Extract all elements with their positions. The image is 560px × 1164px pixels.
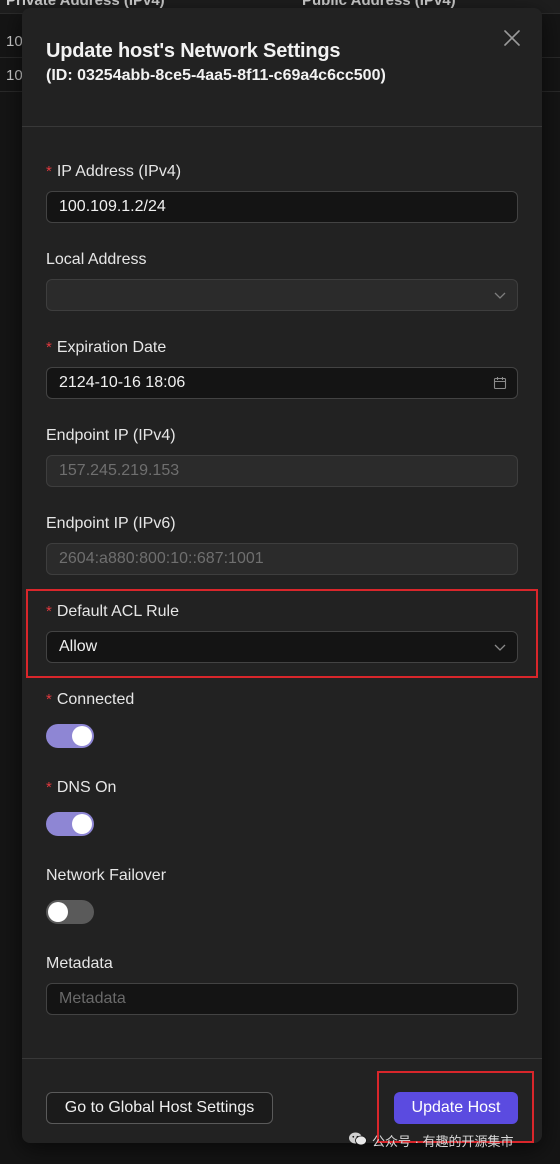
update-host-button[interactable]: Update Host: [394, 1092, 518, 1124]
chevron-down-icon: [493, 288, 507, 302]
dns-on-label: * DNS On: [46, 779, 117, 796]
network-failover-label: Network Failover: [46, 867, 167, 884]
dns-on-toggle[interactable]: [46, 812, 94, 836]
footer-divider: [22, 1058, 542, 1059]
metadata-placeholder: Metadata: [59, 990, 126, 1007]
metadata-label: Metadata: [46, 955, 113, 972]
network-failover-toggle[interactable]: [46, 900, 94, 924]
table-cell: 10: [6, 67, 23, 84]
connected-label: * Connected: [46, 691, 135, 708]
connected-toggle[interactable]: [46, 724, 94, 748]
wechat-icon: [348, 1131, 368, 1150]
calendar-icon[interactable]: [493, 376, 507, 390]
required-marker: *: [46, 339, 52, 356]
toggle-knob: [72, 726, 92, 746]
expiration-date-value: 2124-10-16 18:06: [59, 374, 186, 391]
default-acl-rule-value: Allow: [59, 638, 98, 655]
ip-address-input[interactable]: 100.109.1.2/24: [46, 191, 518, 223]
global-host-settings-button[interactable]: Go to Global Host Settings: [46, 1092, 273, 1124]
local-address-select[interactable]: [46, 279, 518, 311]
chevron-down-icon: [493, 640, 507, 654]
default-acl-rule-select[interactable]: Allow: [46, 631, 518, 663]
watermark-text: 公众号 · 有趣的开源集市: [372, 1134, 514, 1149]
endpoint-ipv6-label: Endpoint IP (IPv6): [46, 515, 176, 532]
ip-address-value: 100.109.1.2/24: [59, 198, 166, 215]
required-marker: *: [46, 691, 52, 708]
required-marker: *: [46, 603, 52, 620]
ip-address-label: * IP Address (IPv4): [46, 163, 182, 180]
required-marker: *: [46, 779, 52, 796]
metadata-input[interactable]: Metadata: [46, 983, 518, 1015]
update-host-network-modal: Update host's Network Settings (ID: 0325…: [22, 8, 542, 1143]
header-divider: [22, 126, 542, 127]
expiration-date-label: * Expiration Date: [46, 339, 167, 356]
watermark: 公众号 · 有趣的开源集市: [348, 1131, 514, 1150]
close-icon: [500, 30, 524, 54]
endpoint-ipv6-input[interactable]: 2604:a880:800:10::687:1001: [46, 543, 518, 575]
local-address-label: Local Address: [46, 251, 147, 268]
table-cell: 10: [6, 33, 23, 50]
toggle-knob: [48, 902, 68, 922]
default-acl-rule-label: * Default ACL Rule: [46, 603, 179, 620]
toggle-knob: [72, 814, 92, 834]
expiration-date-picker[interactable]: 2124-10-16 18:06: [46, 367, 518, 399]
endpoint-ipv6-value: 2604:a880:800:10::687:1001: [59, 550, 264, 567]
endpoint-ipv4-input[interactable]: 157.245.219.153: [46, 455, 518, 487]
host-id-subtitle: (ID: 03254abb-8ce5-4aa5-8f11-c69a4c6cc50…: [46, 67, 386, 84]
modal-title: Update host's Network Settings: [46, 40, 341, 62]
required-marker: *: [46, 163, 52, 180]
close-button[interactable]: [500, 26, 524, 50]
endpoint-ipv4-value: 157.245.219.153: [59, 462, 180, 479]
endpoint-ipv4-label: Endpoint IP (IPv4): [46, 427, 176, 444]
